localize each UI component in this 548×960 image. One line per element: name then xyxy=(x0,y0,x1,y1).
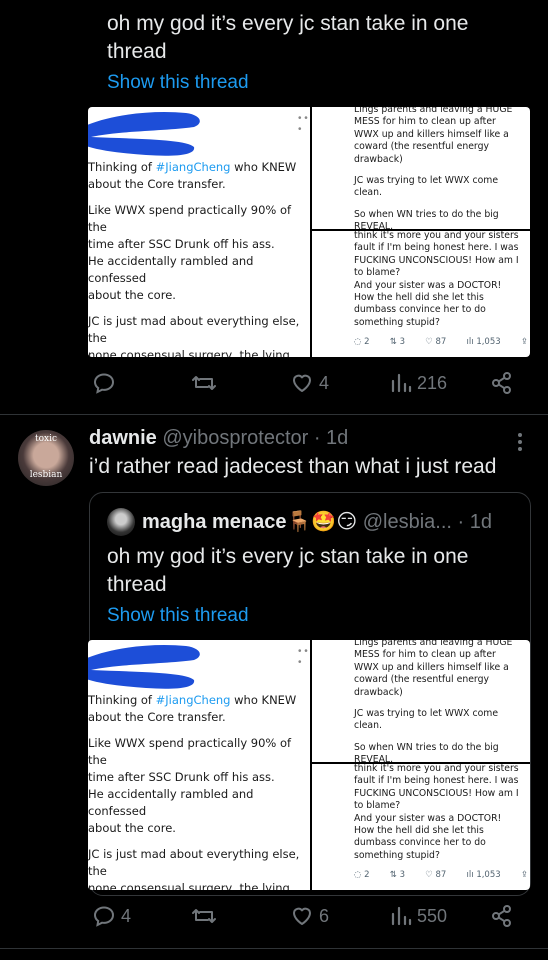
screenshot-share-icon: ⇪ xyxy=(520,337,528,347)
quoted-screenshot-right-top-text: Lings parents and leaving a HUGE MESS fo… xyxy=(354,640,513,762)
like-button[interactable]: 6 xyxy=(290,904,329,928)
screenshot-image-left[interactable]: • • • Thinking of #JiangCheng who KNEW a… xyxy=(88,107,310,357)
more-dots-icon: • • • xyxy=(298,113,308,135)
retweet-button[interactable] xyxy=(191,904,222,928)
quoted-media-grid[interactable]: • • • Thinking of #JiangCheng who KNEW a… xyxy=(88,640,530,890)
heart-icon xyxy=(293,374,311,392)
tweet-divider xyxy=(0,414,548,415)
reply-icon xyxy=(93,373,115,394)
quoted-screenshot-stats-row: ◌ 2 ⇅ 3 ♡ 87 ılı 1,053 ⇪ xyxy=(354,870,528,880)
screenshot-left-text: Thinking of #JiangCheng who KNEW about t… xyxy=(88,160,300,357)
reply-icon xyxy=(93,906,115,927)
avatar-text-top: toxic xyxy=(34,434,58,444)
screenshot-stats-row: ◌ 2 ⇅ 3 ♡ 87 ılı 1,053 ⇪ xyxy=(354,337,528,347)
more-options-icon[interactable] xyxy=(510,432,530,452)
quoted-show-this-thread-link[interactable]: Show this thread xyxy=(107,605,249,627)
quoted-tweet-header: magha menace🪑🤩😏 @lesbia... · 1d xyxy=(142,509,492,534)
share-button[interactable] xyxy=(490,904,514,928)
more-dots-icon: • • • xyxy=(298,646,308,668)
avatar[interactable]: toxic lesbian xyxy=(18,430,74,486)
screenshot-right-top-text: Lings parents and leaving a HUGE MESS fo… xyxy=(354,107,513,229)
hashtag-link: #JiangCheng xyxy=(155,160,231,174)
views-icon xyxy=(391,373,412,393)
screenshot-reply-count: ◌ 2 xyxy=(354,337,370,347)
quoted-timestamp: · 1d xyxy=(457,511,492,533)
display-name[interactable]: dawnie xyxy=(89,427,157,449)
views-button[interactable]: 550 xyxy=(390,904,447,928)
screenshot-retweet-count: ⇅ 3 xyxy=(389,870,405,880)
reply-button[interactable]: 4 xyxy=(92,904,131,928)
quoted-screenshot-right-bottom-text: think it's more you and your sisters fau… xyxy=(354,764,519,861)
quoted-tweet-text: oh my god it’s every jc stan take in one… xyxy=(107,545,469,596)
screenshot-reply-count: ◌ 2 xyxy=(354,870,370,880)
screenshot-image-right-top[interactable]: Lings parents and leaving a HUGE MESS fo… xyxy=(312,107,530,229)
screenshot-like-count: ♡ 87 xyxy=(425,337,447,347)
screenshot-share-icon: ⇪ xyxy=(520,870,528,880)
quoted-screenshot-left-text: Thinking of #JiangCheng who KNEW about t… xyxy=(88,693,300,890)
share-icon xyxy=(492,372,511,394)
hashtag-link: #JiangCheng xyxy=(155,693,231,707)
tweet-actions-bar: 4 216 xyxy=(0,371,548,401)
tweet-media-grid[interactable]: • • • Thinking of #JiangCheng who KNEW a… xyxy=(88,107,530,357)
screenshot-right-bottom-text: think it's more you and your sisters fau… xyxy=(354,231,519,328)
quoted-screenshot-image-left[interactable]: • • • Thinking of #JiangCheng who KNEW a… xyxy=(88,640,310,890)
blue-scribble-redaction xyxy=(88,644,200,689)
reply-button[interactable] xyxy=(92,371,121,395)
quoted-avatar xyxy=(107,508,135,536)
avatar-text-bottom: lesbian xyxy=(29,470,63,480)
views-icon xyxy=(391,906,412,926)
retweet-icon xyxy=(192,909,216,923)
tweet-divider xyxy=(0,948,548,949)
tweet-text: i’d rather read jadecest than what i jus… xyxy=(89,455,497,478)
screenshot-like-count: ♡ 87 xyxy=(425,870,447,880)
heart-icon xyxy=(293,907,311,925)
thread-tweet-text: oh my god it’s every jc stan take in one… xyxy=(107,12,469,63)
screenshot-retweet-count: ⇅ 3 xyxy=(389,337,405,347)
quoted-screenshot-image-right-top[interactable]: Lings parents and leaving a HUGE MESS fo… xyxy=(312,640,530,762)
quoted-screenshot-image-right-bottom[interactable]: think it's more you and your sisters fau… xyxy=(312,764,530,890)
retweet-button[interactable] xyxy=(191,371,222,395)
reply-tweet-actions-bar: 4 6 550 xyxy=(0,904,548,934)
quoted-handle: @lesbia... xyxy=(362,511,452,533)
tweet-timestamp[interactable]: · 1d xyxy=(314,427,348,449)
quoted-name-emojis: 🪑🤩😏 xyxy=(286,511,358,533)
screenshot-image-right-bottom[interactable]: think it's more you and your sisters fau… xyxy=(312,231,530,357)
share-button[interactable] xyxy=(490,371,514,395)
tweet-header: dawnie @yibosprotector · 1d xyxy=(89,427,348,450)
share-icon xyxy=(492,905,511,927)
like-button[interactable]: 4 xyxy=(290,371,329,395)
retweet-icon xyxy=(192,376,216,390)
screenshot-view-count: ılı 1,053 xyxy=(466,870,501,880)
user-handle[interactable]: @yibosprotector xyxy=(162,427,308,449)
show-this-thread-link[interactable]: Show this thread xyxy=(107,72,249,94)
quoted-display-name: magha menace xyxy=(142,511,287,533)
blue-scribble-redaction xyxy=(88,111,200,156)
views-button[interactable]: 216 xyxy=(390,371,447,395)
screenshot-view-count: ılı 1,053 xyxy=(466,337,501,347)
